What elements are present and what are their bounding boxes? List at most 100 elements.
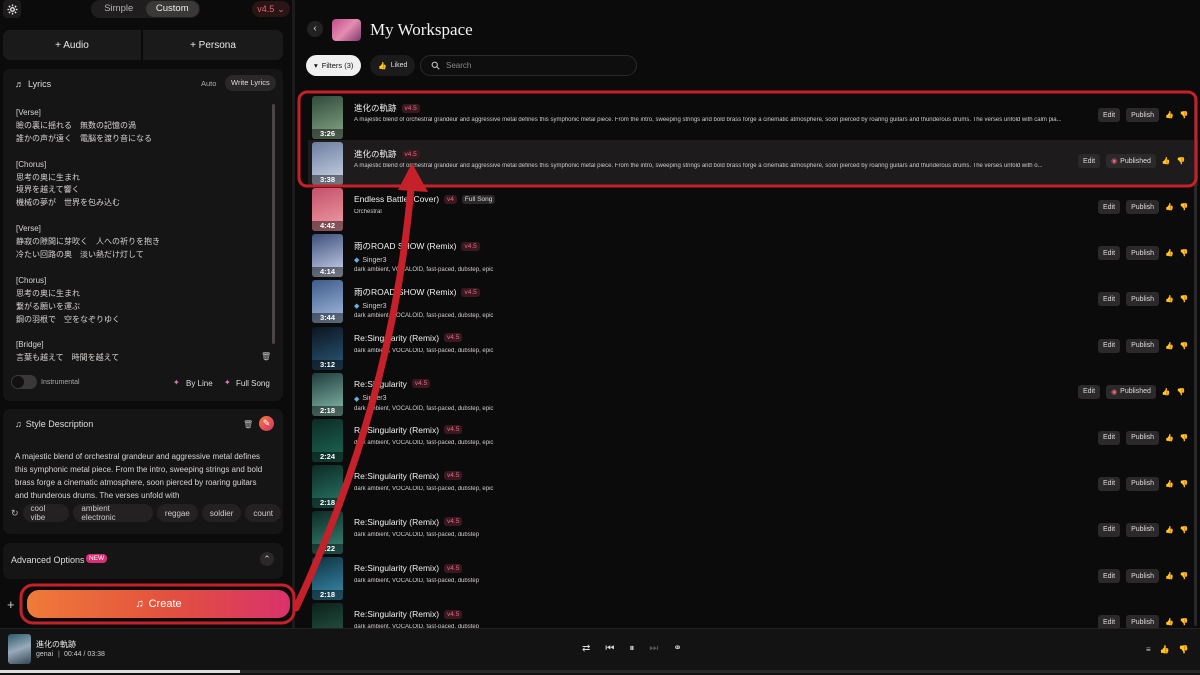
thumbs-up-icon[interactable]: 👍: [1165, 480, 1174, 488]
thumbs-up-icon[interactable]: 👍: [1162, 157, 1171, 165]
song-thumbnail[interactable]: 2:24: [312, 418, 343, 462]
lyrics-scrollbar[interactable]: [272, 104, 275, 344]
thumbs-up-icon[interactable]: 👍: [1165, 572, 1174, 580]
list-scrollbar[interactable]: [1194, 96, 1197, 626]
singer-name[interactable]: Singer3: [362, 395, 386, 402]
song-title[interactable]: 進化の軌跡: [354, 102, 397, 114]
song-title[interactable]: Re:Singularity (Remix): [354, 517, 439, 527]
edit-button[interactable]: Edit: [1098, 522, 1121, 537]
lyrics-textarea[interactable]: [Verse] 瞼の裏に揺れる 無数の記憶の渦 誰かの声が遠く 電脳を渡り音にな…: [16, 107, 266, 365]
thumbs-up-icon[interactable]: 👍: [1160, 645, 1170, 654]
style-tag[interactable]: ambient electronic: [73, 504, 153, 522]
publish-button[interactable]: Publish: [1126, 476, 1160, 491]
thumbs-down-icon[interactable]: 👎: [1180, 295, 1189, 303]
mode-custom-tab[interactable]: Custom: [145, 1, 199, 17]
song-row[interactable]: 3:38 進化の軌跡 v4.5 A majestic blend of orchest…: [308, 140, 1198, 187]
song-thumbnail[interactable]: 3:44: [312, 280, 343, 324]
queue-icon[interactable]: ≡: [1146, 645, 1151, 654]
publish-button[interactable]: Publish: [1126, 569, 1160, 583]
publish-button[interactable]: Publish: [1126, 522, 1160, 537]
thumbs-down-icon[interactable]: 👎: [1180, 111, 1189, 119]
edit-button[interactable]: Edit: [1098, 108, 1121, 122]
pause-icon[interactable]: ⏸: [629, 643, 634, 654]
style-tag[interactable]: soldier: [201, 504, 242, 522]
thumbs-up-icon[interactable]: 👍: [1165, 618, 1174, 626]
player-title[interactable]: 進化の軌跡: [36, 639, 76, 650]
thumbs-down-icon[interactable]: 👎: [1180, 572, 1189, 580]
song-title[interactable]: 雨のROAD SHOW (Remix): [354, 286, 456, 298]
thumbs-down-icon[interactable]: 👎: [1180, 526, 1189, 534]
previous-icon[interactable]: ⏮: [605, 643, 614, 654]
song-row[interactable]: 2:22 Re:Singularity (Remix) v4.5 dark ambie…: [308, 509, 1198, 555]
published-badge[interactable]: ◉ Published: [1106, 154, 1156, 169]
song-row[interactable]: 4:14 雨のROAD SHOW (Remix) v4.5 ◆ Singer3 dark …: [308, 232, 1198, 278]
singer-name[interactable]: Singer3: [362, 257, 386, 264]
song-thumbnail[interactable]: 2:22: [312, 510, 343, 554]
song-thumbnail[interactable]: 3:26: [312, 96, 343, 139]
edit-button[interactable]: Edit: [1098, 338, 1121, 353]
panel-divider[interactable]: [292, 0, 295, 628]
publish-button[interactable]: Publish: [1126, 615, 1160, 630]
song-thumbnail[interactable]: 4:14: [312, 234, 343, 278]
song-thumbnail[interactable]: 2:18: [312, 464, 343, 508]
publish-button[interactable]: Publish: [1126, 292, 1160, 307]
edit-button[interactable]: Edit: [1078, 154, 1101, 169]
player-artwork[interactable]: [8, 634, 31, 664]
search-field[interactable]: Search: [420, 55, 637, 76]
song-title[interactable]: Re:Singularity (Remix): [354, 471, 439, 481]
thumbs-up-icon[interactable]: 👍: [1165, 203, 1174, 211]
lyrics-auto-tab[interactable]: Auto: [201, 79, 216, 88]
song-thumbnail[interactable]: 3:38: [312, 142, 343, 186]
song-thumbnail[interactable]: 4:42: [312, 188, 343, 232]
next-icon[interactable]: ⏭: [649, 643, 658, 654]
lyrics-write-tab[interactable]: Write Lyrics: [225, 75, 276, 91]
song-title[interactable]: 雨のROAD SHOW (Remix): [354, 240, 456, 252]
song-title[interactable]: Re:Singularity (Remix): [354, 563, 439, 573]
published-badge[interactable]: ◉ Published: [1106, 384, 1156, 399]
thumbs-down-icon[interactable]: 👎: [1180, 203, 1189, 211]
edit-button[interactable]: Edit: [1098, 292, 1121, 307]
thumbs-up-icon[interactable]: 👍: [1165, 111, 1174, 119]
add-audio-button[interactable]: + Audio: [3, 30, 141, 60]
thumbs-up-icon[interactable]: 👍: [1165, 526, 1174, 534]
song-row[interactable]: 2:24 Re:Singularity (Remix) v4.5 dark ambie…: [308, 417, 1198, 463]
song-row[interactable]: 4:42 Endless Battle (Cover) v4 Full Song Orc…: [308, 186, 1198, 232]
repeat-icon[interactable]: ⇄: [582, 643, 590, 654]
song-row[interactable]: 2:18 Re:Singularity (Remix) v4.5 dark ambie…: [308, 463, 1198, 509]
publish-button[interactable]: Publish: [1126, 200, 1160, 215]
trash-icon[interactable]: 🗑: [243, 420, 253, 429]
settings-button[interactable]: [3, 0, 21, 18]
instrumental-toggle[interactable]: [11, 375, 37, 389]
edit-button[interactable]: Edit: [1078, 384, 1101, 399]
edit-button[interactable]: Edit: [1098, 246, 1121, 261]
song-title[interactable]: 進化の軌跡: [354, 148, 397, 160]
publish-button[interactable]: Publish: [1126, 108, 1160, 122]
publish-button[interactable]: Publish: [1126, 246, 1160, 261]
singer-name[interactable]: Singer3: [362, 303, 386, 310]
style-textarea[interactable]: A majestic blend of orchestral grandeur …: [15, 450, 265, 498]
song-thumbnail[interactable]: 3:12: [312, 326, 343, 370]
thumbs-up-icon[interactable]: 👍: [1162, 388, 1171, 396]
song-title[interactable]: Re:Singularity (Remix): [354, 333, 439, 343]
style-tag[interactable]: cool vibe: [22, 504, 70, 522]
filters-button[interactable]: ▾ Filters (3): [306, 55, 362, 76]
edit-button[interactable]: Edit: [1098, 430, 1121, 445]
style-tag[interactable]: reggae: [156, 504, 198, 522]
song-thumbnail[interactable]: 2:18: [312, 372, 343, 416]
back-button[interactable]: ‹: [307, 21, 323, 37]
magic-wand-icon[interactable]: ✎: [259, 416, 274, 431]
liked-button[interactable]: 👍 Liked: [370, 55, 416, 76]
thumbs-down-icon[interactable]: 👎: [1180, 480, 1189, 488]
thumbs-up-icon[interactable]: 👍: [1165, 342, 1174, 350]
song-title[interactable]: Re:Singularity (Remix): [354, 425, 439, 435]
edit-button[interactable]: Edit: [1098, 615, 1121, 630]
thumbs-down-icon[interactable]: 👎: [1180, 618, 1189, 626]
link-icon[interactable]: ⚭: [673, 643, 681, 654]
thumbs-up-icon[interactable]: 👍: [1165, 434, 1174, 442]
mode-simple-tab[interactable]: Simple: [92, 1, 146, 17]
edit-button[interactable]: Edit: [1098, 476, 1121, 491]
thumbs-down-icon[interactable]: 👎: [1180, 249, 1189, 257]
model-version-select[interactable]: v4.5 ⌄: [252, 1, 290, 17]
song-row[interactable]: 3:26 進化の軌跡 v4.5 A majestic blend of orchest…: [308, 94, 1198, 140]
trash-icon[interactable]: 🗑: [261, 352, 271, 361]
